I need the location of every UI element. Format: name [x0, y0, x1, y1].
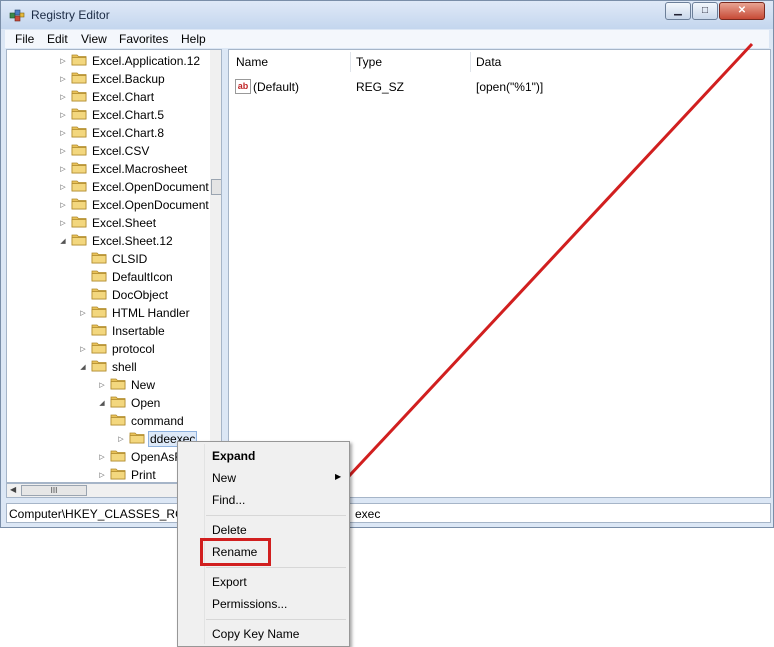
context-new[interactable]: New	[212, 471, 236, 485]
menu-separator	[206, 567, 346, 568]
context-copy-key-name[interactable]: Copy Key Name	[212, 627, 299, 641]
rename-highlight-box	[200, 538, 271, 566]
menu-separator	[206, 515, 346, 516]
context-permissions[interactable]: Permissions...	[212, 597, 287, 611]
annotation-arrow	[290, 42, 754, 539]
submenu-arrow-icon: ▶	[335, 472, 342, 481]
context-export[interactable]: Export	[212, 575, 247, 589]
context-delete[interactable]: Delete	[212, 523, 247, 537]
context-find[interactable]: Find...	[212, 493, 245, 507]
context-expand[interactable]: Expand	[212, 449, 255, 463]
menu-separator	[206, 619, 346, 620]
